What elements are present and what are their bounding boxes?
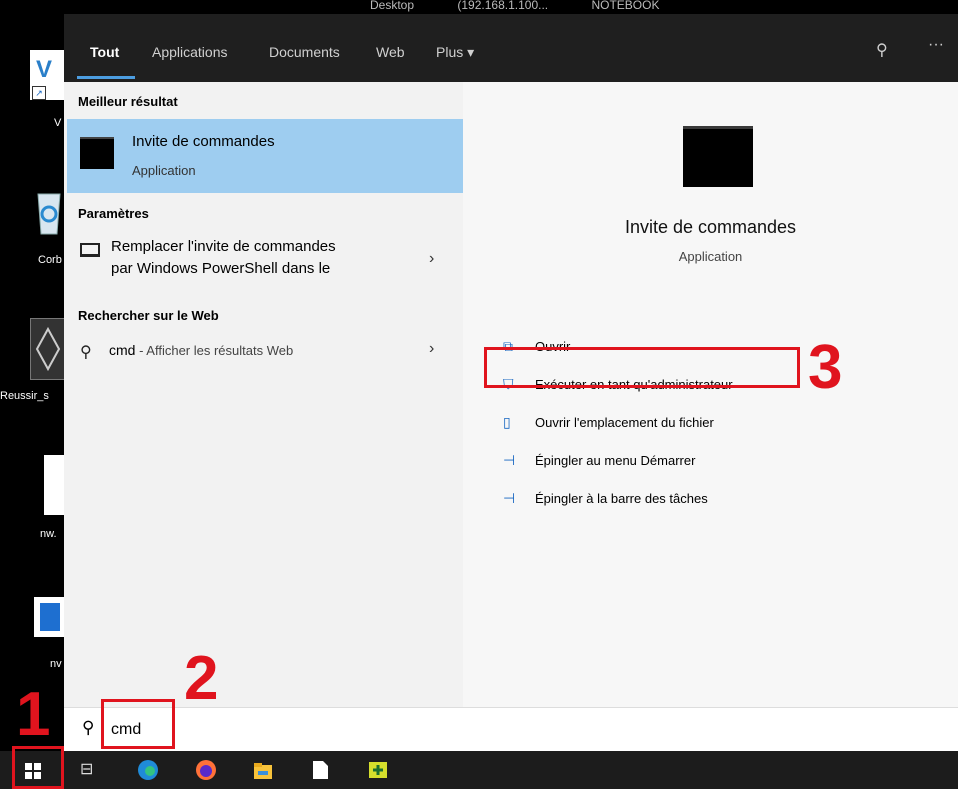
search-icon: ⚲ <box>82 718 95 737</box>
preview-subtitle: Application <box>678 249 743 264</box>
tab-tout[interactable]: Tout <box>90 44 119 60</box>
web-query-suffix: - Afficher les résultats Web <box>135 343 294 358</box>
edge-icon[interactable] <box>137 759 159 781</box>
results-list: Meilleur résultat Invite de commandes Ap… <box>64 82 463 707</box>
highlight-run-as-admin <box>484 347 800 388</box>
title-part-ip: (192.168.1.100... <box>457 0 549 12</box>
annotation-number-3: 3 <box>808 333 843 402</box>
best-match-header: Meilleur résultat <box>78 94 178 109</box>
action-open-location-label: Ouvrir l'emplacement du fichier <box>535 415 714 430</box>
taskbar: ⊟ <box>0 751 958 789</box>
settings-line-2: par Windows PowerShell dans le <box>111 260 331 277</box>
highlight-search-input <box>101 699 175 749</box>
action-open-location[interactable]: ▯ Ouvrir l'emplacement du fichier <box>503 414 714 431</box>
v-logo-icon: V <box>36 56 53 83</box>
action-pin-taskbar[interactable]: ⊣ Épingler à la barre des tâches <box>503 490 708 507</box>
action-pin-start-label: Épingler au menu Démarrer <box>535 453 696 468</box>
chevron-right-icon: › <box>429 340 435 357</box>
settings-header: Paramètres <box>78 206 149 221</box>
highlight-start-button <box>12 746 64 789</box>
more-options-icon[interactable]: ··· <box>928 36 944 54</box>
command-prompt-large-icon <box>683 126 753 187</box>
desktop-icon-nw[interactable] <box>44 455 64 515</box>
preview-title: Invite de commandes <box>624 217 797 237</box>
desktop-icon-nv[interactable] <box>34 597 64 637</box>
settings-item[interactable]: Remplacer l'invite de commandes par Wind… <box>64 232 463 292</box>
shortcut-arrow-icon: ↗ <box>32 86 46 100</box>
search-icon: ⚲ <box>80 344 92 361</box>
preview-pane: Invite de commandes Application ⧉ Ouvrir … <box>463 82 958 707</box>
annotation-number-1: 1 <box>16 680 51 749</box>
app-logo-icon <box>35 326 61 372</box>
best-match-item[interactable]: Invite de commandes Application <box>67 119 463 193</box>
web-query-text: cmd <box>109 342 136 358</box>
recycle-bin-icon <box>37 193 61 235</box>
title-part-host: NOTEBOOK <box>591 0 660 12</box>
desktop-icon-reussir[interactable] <box>30 318 66 380</box>
monitor-icon <box>80 243 100 257</box>
action-pin-start[interactable]: ⊣ Épingler au menu Démarrer <box>503 452 695 469</box>
command-prompt-icon <box>80 137 114 169</box>
desktop-label-nw: nw. <box>40 528 57 540</box>
web-search-item[interactable]: ⚲ cmd - Afficher les résultats Web › <box>64 336 463 370</box>
title-part-desktop: Desktop <box>370 0 415 12</box>
firefox-icon[interactable] <box>195 759 217 781</box>
pin-icon: ⊣ <box>503 490 516 506</box>
tab-applications[interactable]: Applications <box>152 44 228 60</box>
folder-icon: ▯ <box>503 414 511 430</box>
file-explorer-icon[interactable] <box>252 759 274 781</box>
tab-plus[interactable]: Plus ▾ <box>436 44 474 61</box>
desktop-label-reussir: Reussir_s <box>0 390 49 402</box>
windows-doc-icon <box>40 603 60 631</box>
tab-web[interactable]: Web <box>376 44 405 60</box>
document-icon[interactable] <box>309 759 331 781</box>
tab-documents[interactable]: Documents <box>269 44 340 60</box>
best-match-subtitle: Application <box>132 163 196 178</box>
action-pin-taskbar-label: Épingler à la barre des tâches <box>535 491 708 506</box>
desktop-label-corbeille: Corb <box>38 254 62 266</box>
task-view-icon[interactable]: ⊟ <box>80 759 102 781</box>
desktop-icon-recycle[interactable] <box>34 188 64 238</box>
search-box[interactable]: ⚲ <box>64 707 958 752</box>
desktop-icon-v[interactable]: V ↗ <box>30 50 64 100</box>
chevron-right-icon: › <box>429 250 435 267</box>
desktop-label-v: V <box>54 117 62 129</box>
annotation-number-2: 2 <box>184 644 219 713</box>
web-search-header: Rechercher sur le Web <box>78 308 219 323</box>
best-match-title: Invite de commandes <box>132 133 275 150</box>
filter-bar: Tout Applications Documents Web Plus ▾ ⚲… <box>64 14 958 82</box>
window-title: Desktop (192.168.1.100... NOTEBOOK <box>370 0 770 14</box>
active-tab-indicator <box>77 76 135 79</box>
feedback-icon[interactable]: ⚲ <box>876 40 888 60</box>
settings-line-1: Remplacer l'invite de commandes <box>111 238 336 255</box>
desktop-label-nv: nv <box>50 658 62 670</box>
app-icon[interactable] <box>367 759 389 781</box>
pin-icon: ⊣ <box>503 452 516 468</box>
